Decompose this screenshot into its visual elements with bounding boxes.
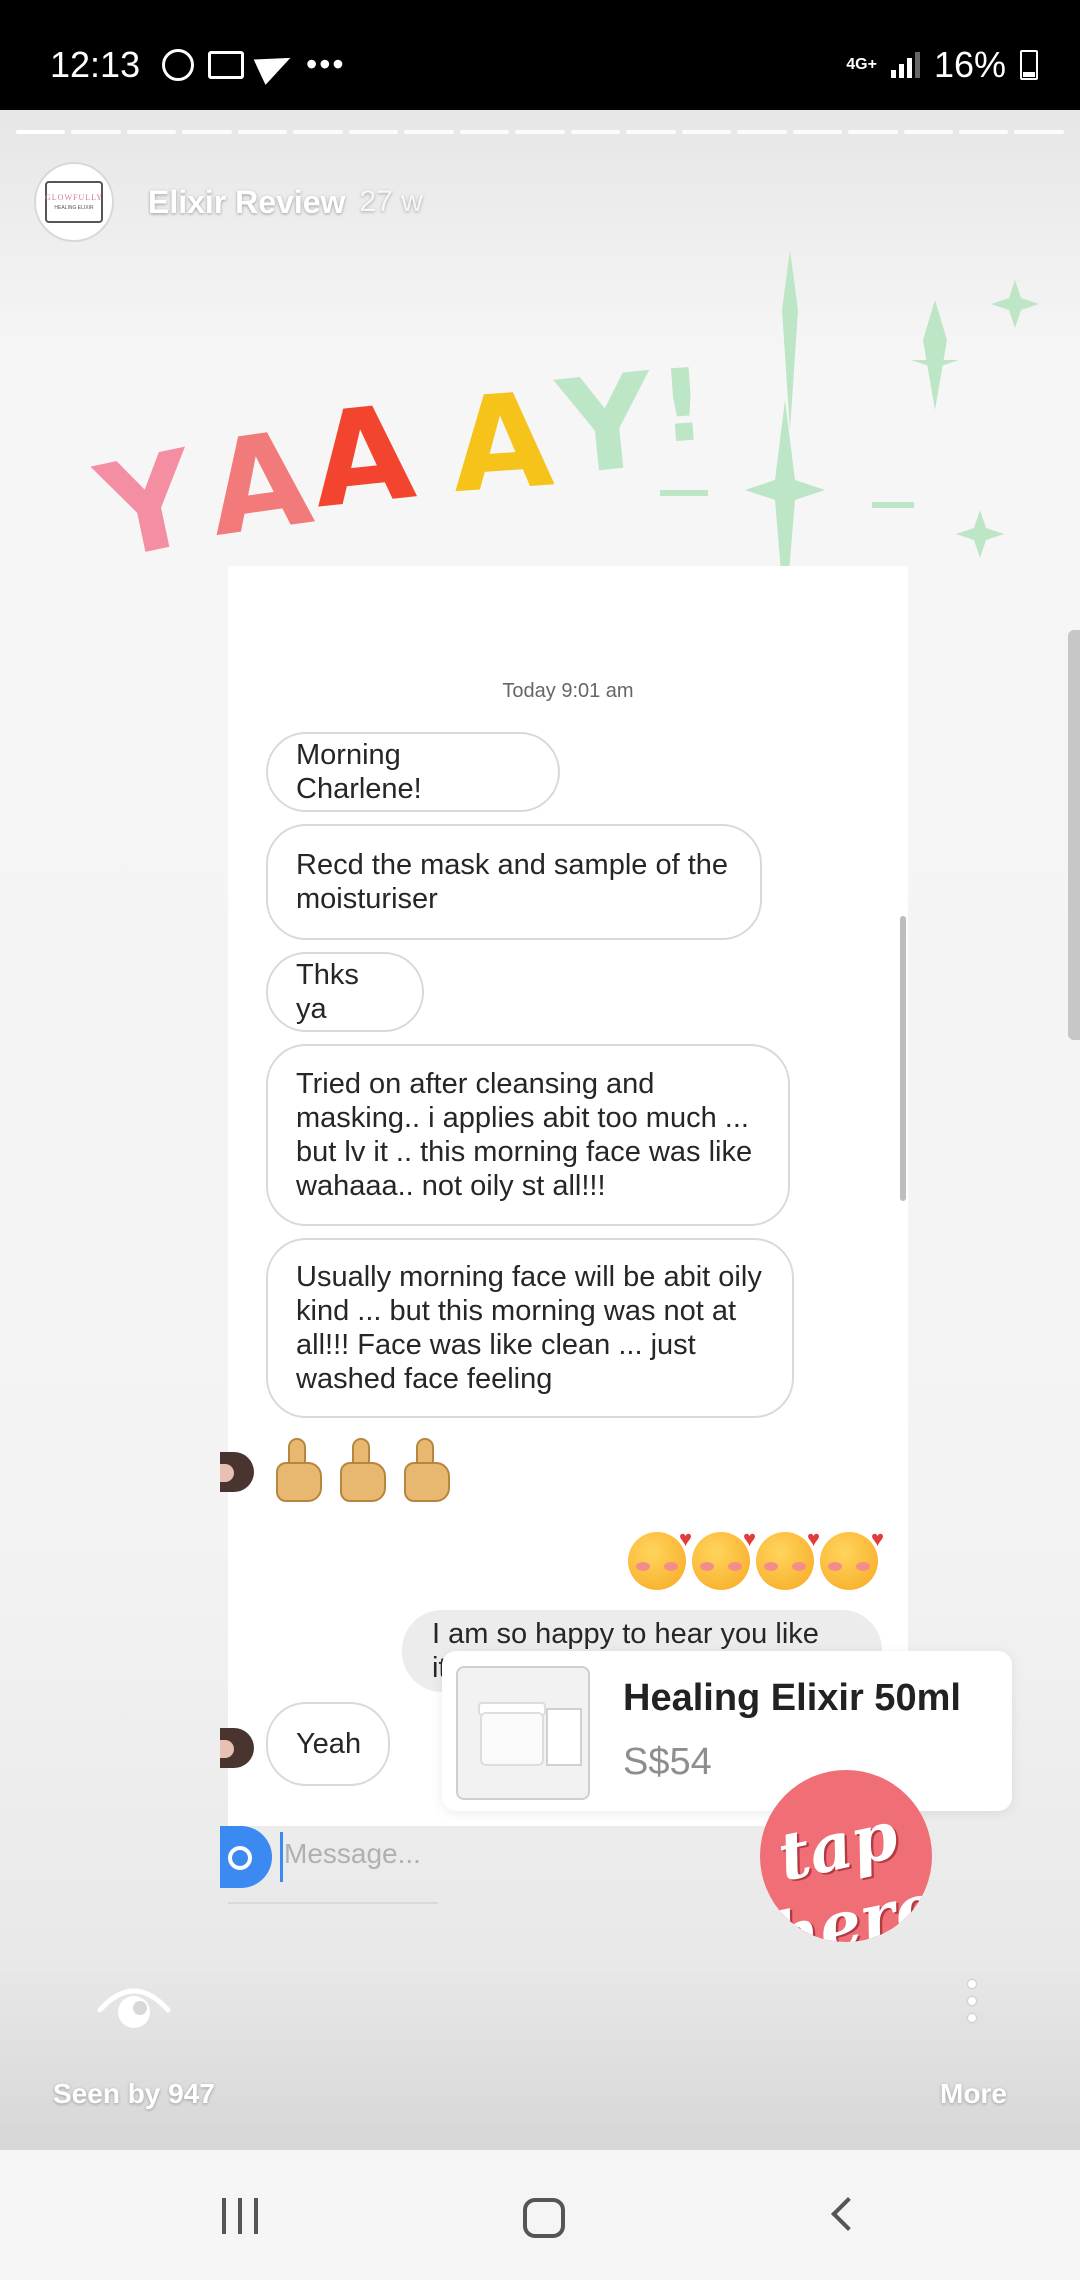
- text-cursor: [280, 1832, 283, 1882]
- story-view[interactable]: GLOWFULLY HEALING ELIXIR Elixir Review 2…: [0, 110, 1080, 2150]
- composer-divider: [228, 1902, 438, 1904]
- message-placeholder: Message...: [284, 1838, 421, 1869]
- tap-here-sticker[interactable]: tap here: [760, 1770, 932, 1942]
- battery-icon: [1020, 50, 1038, 80]
- sender-avatar: [220, 1452, 254, 1492]
- navigation-bar: [0, 2150, 1080, 2280]
- message-bubble: Tried on after cleansing and masking.. i…: [266, 1044, 790, 1226]
- network-type: 4G+: [846, 56, 877, 73]
- message-bubble: Yeah: [266, 1702, 390, 1786]
- edge-scrollbar[interactable]: [1068, 630, 1080, 1040]
- more-button[interactable]: More: [940, 2078, 1007, 2110]
- heart-face-emojis: ♥ ♥ ♥ ♥: [628, 1528, 884, 1590]
- sticker-letter: A: [305, 376, 421, 538]
- thumbs-up-emojis: [272, 1438, 458, 1502]
- seen-by-count[interactable]: Seen by 947: [53, 2078, 215, 2110]
- product-tag[interactable]: Healing Elixir 50ml S$54: [442, 1651, 1012, 1811]
- sender-avatar: [220, 1728, 254, 1768]
- sticker-letter: A: [199, 401, 320, 566]
- signal-icon: [890, 52, 920, 78]
- smiling-face-with-hearts-icon: ♥: [756, 1528, 820, 1590]
- thumbs-up-icon: [400, 1438, 458, 1502]
- product-image[interactable]: [456, 1666, 590, 1800]
- chat-scrollbar: [900, 916, 906, 1201]
- message-bubble: Usually morning face will be abit oily k…: [266, 1238, 794, 1418]
- status-time: 12:13: [50, 44, 141, 85]
- product-price: S$54: [623, 1741, 712, 1783]
- smiling-face-with-hearts-icon: ♥: [628, 1528, 692, 1590]
- chat-timestamp: Today 9:01 am: [502, 680, 634, 702]
- system-icons: 4G+ 16%: [846, 44, 1038, 86]
- more-notifications-icon: •••: [306, 46, 346, 82]
- tap-here-text: tap here: [764, 1795, 932, 1942]
- smiling-face-with-hearts-icon: ♥: [692, 1528, 756, 1590]
- sticker-letter: Y: [550, 344, 663, 505]
- message-bubble: Thks ya: [266, 952, 424, 1032]
- smiling-face-with-hearts-icon: ♥: [820, 1528, 884, 1590]
- product-name[interactable]: Healing Elixir 50ml: [623, 1677, 961, 1720]
- whatsapp-icon: [162, 48, 194, 81]
- message-bubble: Morning Charlene!: [266, 732, 560, 812]
- message-bubble: Recd the mask and sample of the moisturi…: [266, 824, 762, 940]
- more-icon[interactable]: [968, 1980, 976, 2022]
- chat-screenshot: Today 9:01 am Morning Charlene! Recd the…: [220, 566, 908, 1904]
- notification-icons: •••: [162, 44, 346, 85]
- camera-icon: [220, 1826, 272, 1888]
- sticker-letter: A: [446, 364, 557, 523]
- thumbs-up-icon: [272, 1438, 330, 1502]
- battery-level: 16%: [933, 44, 1006, 85]
- recent-apps-icon[interactable]: [222, 2198, 258, 2234]
- thumbs-up-icon: [336, 1438, 394, 1502]
- sticker-letter: Y: [84, 421, 211, 590]
- home-icon[interactable]: [523, 2198, 565, 2238]
- status-bar: 12:13 ••• 4G+ 16%: [0, 0, 1080, 110]
- sticker-letter: !: [656, 346, 710, 466]
- seen-by-eye-icon[interactable]: [94, 1978, 174, 2038]
- back-icon[interactable]: [831, 2197, 865, 2231]
- gmail-icon: [208, 50, 244, 79]
- telegram-icon: [253, 44, 297, 85]
